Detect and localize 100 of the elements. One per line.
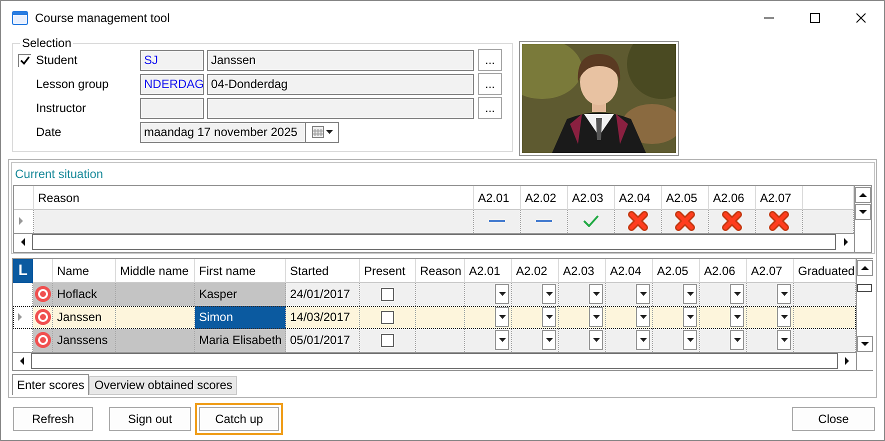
- table-row[interactable]: Janssens Maria Elisabeth 05/01/2017: [13, 328, 856, 352]
- column-header[interactable]: A2.01: [465, 258, 512, 283]
- status-icon: [35, 332, 51, 348]
- table-cell[interactable]: Kasper: [195, 282, 286, 306]
- dropdown-button[interactable]: [636, 284, 650, 304]
- checkbox[interactable]: [18, 54, 31, 66]
- scroll-up-icon[interactable]: [860, 264, 869, 271]
- column-header[interactable]: First name: [195, 258, 286, 283]
- dropdown-button[interactable]: [495, 330, 509, 350]
- row-pointer-icon[interactable]: [17, 313, 23, 322]
- column-header[interactable]: Present: [360, 258, 416, 283]
- dropdown-button[interactable]: [777, 307, 791, 328]
- value-field[interactable]: 04-Donderdag: [207, 74, 474, 94]
- column-header[interactable]: A2.04: [606, 258, 653, 283]
- dropdown-button[interactable]: [730, 284, 744, 304]
- dropdown-button[interactable]: [495, 284, 509, 304]
- dropdown-button[interactable]: [636, 307, 650, 328]
- field-label: Date: [36, 125, 62, 139]
- browse-button[interactable]: ...: [478, 97, 502, 119]
- code-field[interactable]: [140, 98, 204, 118]
- dropdown-button[interactable]: [542, 330, 556, 350]
- checkmark-icon: [20, 56, 30, 65]
- date-picker-button[interactable]: [306, 122, 339, 142]
- caret-icon: [734, 315, 740, 320]
- checkbox[interactable]: [381, 288, 394, 301]
- table-cell[interactable]: 05/01/2017: [286, 328, 360, 352]
- scroll-down-icon[interactable]: [860, 340, 869, 347]
- column-header[interactable]: A2.05: [653, 258, 700, 283]
- column-header[interactable]: A2.07: [747, 258, 794, 283]
- dropdown-button[interactable]: [542, 307, 556, 328]
- dropdown-button[interactable]: [495, 307, 509, 328]
- column-header[interactable]: A2.03: [568, 186, 615, 210]
- column-header[interactable]: A2.02: [512, 258, 559, 283]
- code-field[interactable]: NDERDAG: [140, 74, 204, 94]
- code-field[interactable]: SJ: [140, 50, 204, 70]
- browse-button[interactable]: ...: [478, 73, 502, 95]
- scroll-right-icon[interactable]: [842, 238, 848, 246]
- dropdown-button[interactable]: [730, 330, 744, 350]
- scrollbar-thumb[interactable]: [857, 284, 872, 292]
- dropdown-button[interactable]: [589, 330, 603, 350]
- dropdown-button[interactable]: [683, 330, 697, 350]
- dash-icon: [489, 220, 505, 222]
- tab[interactable]: Overview obtained scores: [89, 376, 238, 395]
- dropdown-button[interactable]: [589, 307, 603, 328]
- action-button[interactable]: Refresh: [13, 407, 94, 432]
- column-header[interactable]: A2.02: [521, 186, 568, 210]
- column-header[interactable]: Middle name: [116, 258, 195, 283]
- checkbox[interactable]: [381, 310, 394, 324]
- column-header[interactable]: Started: [286, 258, 360, 283]
- column-header[interactable]: A2.04: [615, 186, 662, 210]
- column-header[interactable]: A2.07: [756, 186, 803, 210]
- caret-icon: [734, 292, 740, 296]
- dropdown-button[interactable]: [683, 284, 697, 304]
- tab[interactable]: Enter scores: [12, 374, 90, 395]
- column-header[interactable]: Reason: [416, 258, 465, 283]
- scroll-up-icon[interactable]: [859, 192, 867, 198]
- dropdown-button[interactable]: [636, 330, 650, 350]
- action-button[interactable]: Sign out: [109, 407, 192, 432]
- table-cell[interactable]: Hoflack: [53, 282, 116, 306]
- calendar-icon: [312, 126, 324, 138]
- caret-icon: [326, 130, 332, 134]
- table-row[interactable]: Janssen Simon 14/03/2017: [13, 306, 856, 329]
- column-header[interactable]: Name: [53, 258, 116, 283]
- table-cell[interactable]: Maria Elisabeth: [195, 328, 286, 352]
- scroll-left-icon[interactable]: [18, 356, 24, 365]
- cross-icon: [675, 211, 695, 232]
- action-button[interactable]: Catch up: [195, 403, 284, 436]
- column-header[interactable]: Graduated: [794, 258, 856, 283]
- scroll-right-icon[interactable]: [844, 356, 850, 365]
- dropdown-button[interactable]: [589, 284, 603, 304]
- dropdown-button[interactable]: [730, 307, 744, 328]
- scroll-down-icon[interactable]: [859, 208, 867, 215]
- column-header[interactable]: A2.06: [709, 186, 756, 210]
- table-cell[interactable]: Janssen: [53, 306, 116, 329]
- table-cell[interactable]: 24/01/2017: [286, 282, 360, 306]
- close-icon[interactable]: [856, 12, 866, 22]
- caret-icon: [780, 292, 788, 296]
- maximize-icon[interactable]: [810, 12, 820, 22]
- dropdown-button[interactable]: [683, 307, 697, 328]
- row-pointer-icon[interactable]: [18, 217, 24, 226]
- date-field[interactable]: maandag 17 november 2025: [140, 122, 306, 142]
- value-field[interactable]: Janssen: [207, 50, 474, 70]
- checkbox[interactable]: [381, 334, 394, 347]
- table-cell[interactable]: 14/03/2017: [286, 306, 360, 329]
- column-header[interactable]: A2.01: [474, 186, 521, 210]
- browse-button[interactable]: ...: [478, 49, 502, 71]
- dropdown-button[interactable]: [777, 284, 791, 304]
- column-header[interactable]: A2.05: [662, 186, 709, 210]
- caret-icon: [498, 292, 506, 296]
- column-header[interactable]: Reason: [34, 186, 474, 210]
- close-button[interactable]: Close: [792, 407, 875, 432]
- scroll-left-icon[interactable]: [20, 238, 26, 246]
- dropdown-button[interactable]: [777, 330, 791, 350]
- table-row[interactable]: Hoflack Kasper 24/01/2017: [13, 282, 856, 306]
- table-cell[interactable]: Janssens: [53, 328, 116, 352]
- column-header[interactable]: A2.06: [700, 258, 747, 283]
- table-cell[interactable]: Simon: [195, 306, 286, 329]
- column-header[interactable]: A2.03: [559, 258, 606, 283]
- dropdown-button[interactable]: [542, 284, 556, 304]
- value-field[interactable]: [207, 98, 474, 118]
